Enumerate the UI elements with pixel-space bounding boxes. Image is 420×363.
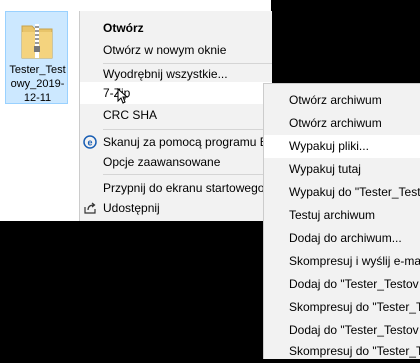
menu-item-label: Otwórz [103, 21, 144, 35]
submenu-item-label: Otwórz archiwum [289, 93, 382, 107]
zip-folder-icon [21, 24, 53, 59]
menu-separator [103, 129, 272, 130]
submenu-item-compress-and-email[interactable]: Skompresuj i wyślij e-ma [264, 250, 420, 273]
menu-item-label: Przypnij do ekranu startowego [103, 181, 265, 195]
submenu-item-open-archive-2[interactable]: Otwórz archiwum [264, 112, 420, 135]
submenu-7zip: Otwórz archiwum Otwórz archiwum Wypakuj … [263, 83, 420, 359]
submenu-item-test-archive[interactable]: Testuj archiwum [264, 204, 420, 227]
menu-item-7zip[interactable]: 7-Zip [80, 82, 272, 104]
submenu-item-label: Skompresuj do "Tester_T [289, 300, 420, 314]
eset-icon: e [83, 135, 97, 149]
submenu-item-label: Wypakuj tutaj [289, 162, 361, 176]
submenu-item-label: Dodaj do "Tester_Testov [289, 277, 419, 291]
submenu-item-add-to-zip[interactable]: Dodaj do "Tester_Testov [264, 319, 420, 342]
submenu-item-open-archive[interactable]: Otwórz archiwum [264, 89, 420, 112]
submenu-item-add-to-7z[interactable]: Dodaj do "Tester_Testov [264, 273, 420, 296]
menu-item-label: CRC SHA [103, 108, 158, 122]
share-icon [84, 202, 96, 214]
menu-item-advanced-options[interactable]: Opcje zaawansowane [80, 151, 272, 173]
svg-text:e: e [87, 138, 92, 148]
submenu-item-add-to-archive[interactable]: Dodaj do archiwum... [264, 227, 420, 250]
submenu-item-label: Dodaj do archiwum... [289, 231, 402, 245]
menu-item-share[interactable]: Udostępnij [80, 197, 272, 219]
menu-item-label: Udostępnij [103, 201, 160, 215]
submenu-item-label: Wypakuj pliki... [289, 139, 369, 153]
submenu-item-label: Otwórz archiwum [289, 116, 382, 130]
submenu-item-extract-files[interactable]: Wypakuj pliki... [264, 135, 420, 158]
submenu-item-compress-to-zip-email[interactable]: Skompresuj do "Tester_T [264, 340, 420, 363]
menu-item-label: Wyodrębnij wszystkie... [103, 67, 228, 81]
menu-item-crc-sha[interactable]: CRC SHA [80, 104, 272, 126]
menu-item-pin-to-start[interactable]: Przypnij do ekranu startowego [80, 177, 272, 199]
submenu-item-label: Wypakuj do "Tester_Test [289, 185, 420, 199]
mouse-cursor-icon [117, 88, 129, 104]
menu-item-open[interactable]: Otwórz [80, 17, 272, 39]
menu-separator [103, 174, 272, 175]
submenu-item-label: Dodaj do "Tester_Testov [289, 323, 419, 337]
submenu-item-compress-to-7z-email[interactable]: Skompresuj do "Tester_T [264, 296, 420, 319]
menu-item-label: Otwórz w nowym oknie [103, 43, 227, 57]
submenu-item-extract-to-folder[interactable]: Wypakuj do "Tester_Test [264, 181, 420, 204]
file-name: Tester_Test owy_2019- 12-11 [6, 63, 69, 105]
file-name-line-3: 12-11 [23, 92, 52, 104]
menu-item-label: Opcje zaawansowane [103, 155, 221, 169]
file-item-selected[interactable]: Tester_Test owy_2019- 12-11 [5, 11, 68, 104]
menu-item-eset-scan[interactable]: e Skanuj za pomocą programu ESET [80, 131, 291, 153]
submenu-item-label: Skompresuj i wyślij e-ma [289, 254, 420, 268]
submenu-item-label: Skompresuj do "Tester_T [289, 344, 420, 358]
file-name-line-1: Tester_Test [9, 64, 66, 76]
file-name-line-2: owy_2019- [10, 78, 65, 90]
submenu-item-extract-here[interactable]: Wypakuj tutaj [264, 158, 420, 181]
submenu-item-label: Testuj archiwum [289, 208, 376, 222]
menu-item-open-new-window[interactable]: Otwórz w nowym oknie [80, 39, 272, 61]
context-menu: Otwórz Otwórz w nowym oknie Wyodrębnij w… [79, 11, 291, 221]
